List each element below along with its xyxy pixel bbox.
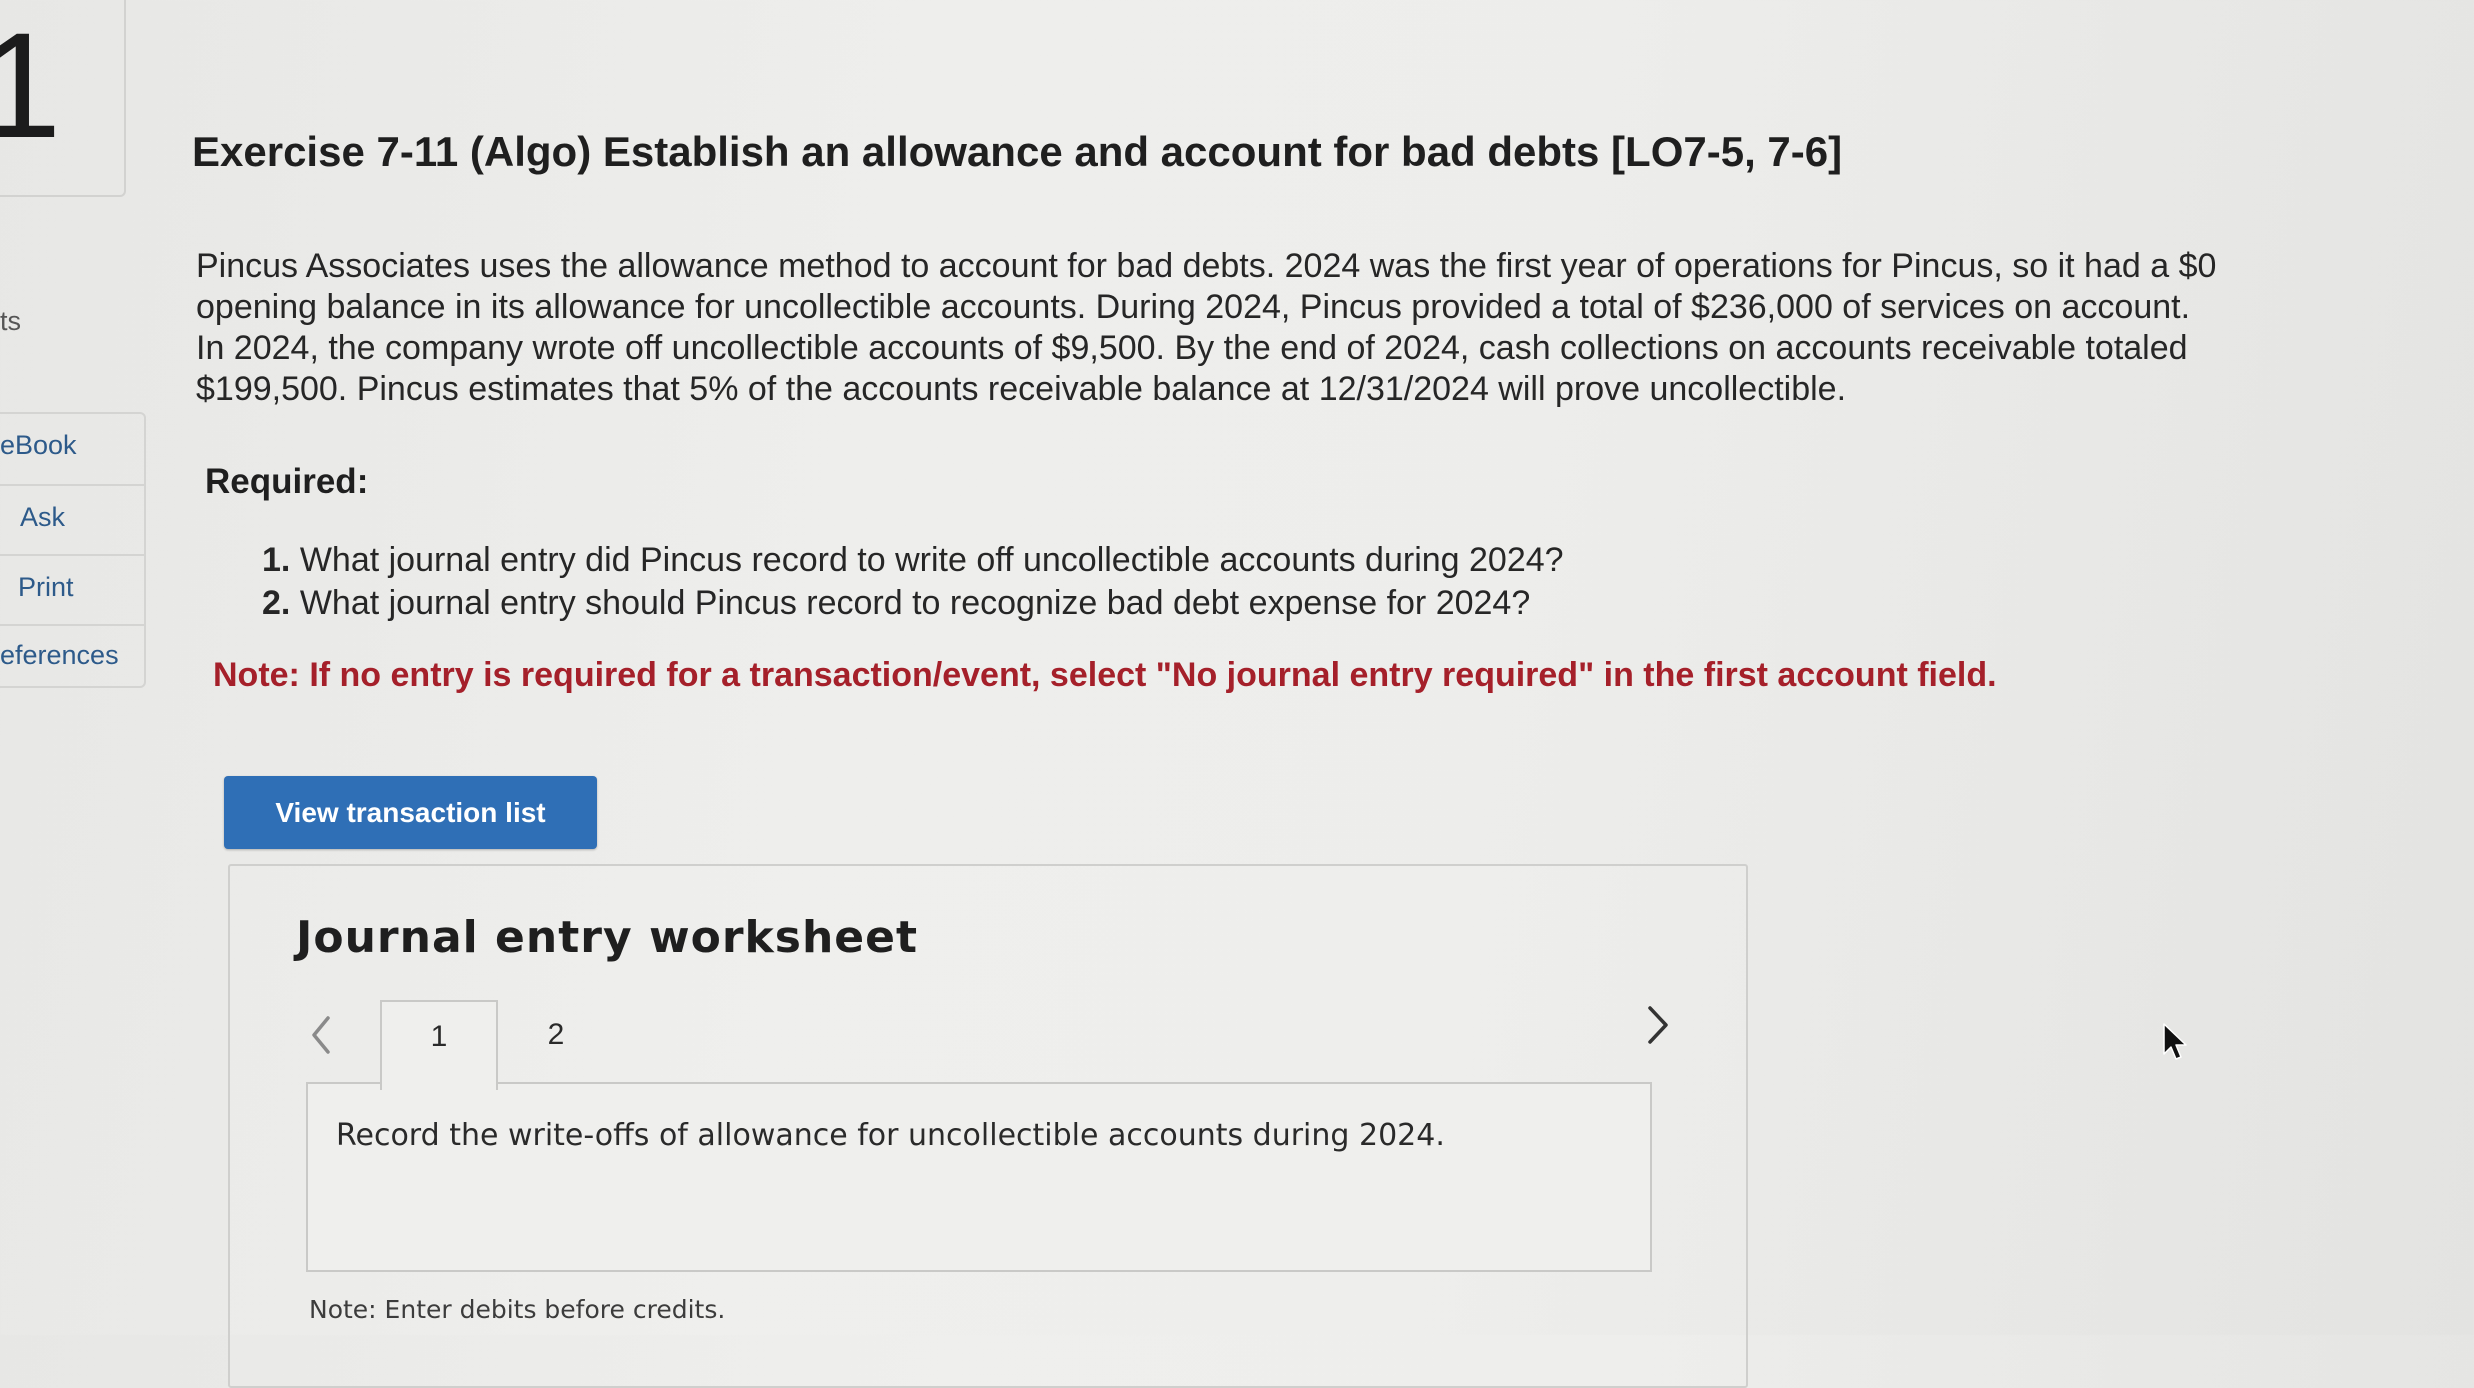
chevron-right-icon[interactable]: [1638, 1002, 1678, 1048]
rail-item-label: eBook: [0, 430, 77, 460]
rail-item-label: Print: [18, 572, 74, 602]
worksheet-title: Journal entry worksheet: [296, 912, 919, 963]
mouse-cursor-icon: [2162, 1022, 2190, 1062]
worksheet-tab-1[interactable]: 1: [380, 1000, 498, 1090]
requirement-text: What journal entry should Pincus record …: [299, 584, 1531, 622]
requirements-list: 1. What journal entry did Pincus record …: [262, 539, 1564, 625]
problem-line: Pincus Associates uses the allowance met…: [196, 247, 2217, 285]
requirement-text: What journal entry did Pincus record to …: [299, 541, 1564, 579]
problem-line: opening balance in its allowance for unc…: [196, 288, 2191, 326]
resource-rail: eBook Ask Print eferences: [0, 412, 146, 688]
worksheet-tab-2[interactable]: 2: [520, 1010, 592, 1060]
no-entry-note: Note: If no entry is required for a tran…: [213, 656, 1997, 694]
requirement-number: 2.: [262, 584, 291, 622]
rail-item-print[interactable]: Print: [0, 556, 144, 626]
exercise-title: Exercise 7-11 (Algo) Establish an allowa…: [192, 128, 1843, 175]
question-number: 1: [0, 1, 61, 169]
rail-item-label: eferences: [0, 640, 119, 670]
view-transaction-list-button[interactable]: View transaction list: [224, 776, 597, 849]
rail-partial-label: ts: [0, 306, 22, 336]
requirement-number: 1.: [262, 541, 291, 579]
entry-instruction-box: [306, 1082, 1652, 1272]
entry-instruction: Record the write-offs of allowance for u…: [336, 1118, 1445, 1153]
problem-line: In 2024, the company wrote off uncollect…: [196, 329, 2188, 367]
debits-credits-note: Note: Enter debits before credits.: [309, 1295, 726, 1324]
problem-statement: Pincus Associates uses the allowance met…: [196, 246, 2426, 410]
rail-item-ask[interactable]: Ask: [0, 486, 144, 556]
rail-item-references[interactable]: eferences: [0, 626, 144, 686]
required-heading: Required:: [205, 462, 369, 501]
requirement-item: 1. What journal entry did Pincus record …: [262, 539, 1564, 582]
requirement-item: 2. What journal entry should Pincus reco…: [262, 582, 1564, 625]
chevron-left-icon[interactable]: [302, 1012, 342, 1058]
problem-line: $199,500. Pincus estimates that 5% of th…: [196, 370, 1847, 408]
rail-item-label: Ask: [20, 502, 66, 532]
rail-item-ebook[interactable]: eBook: [0, 414, 144, 486]
